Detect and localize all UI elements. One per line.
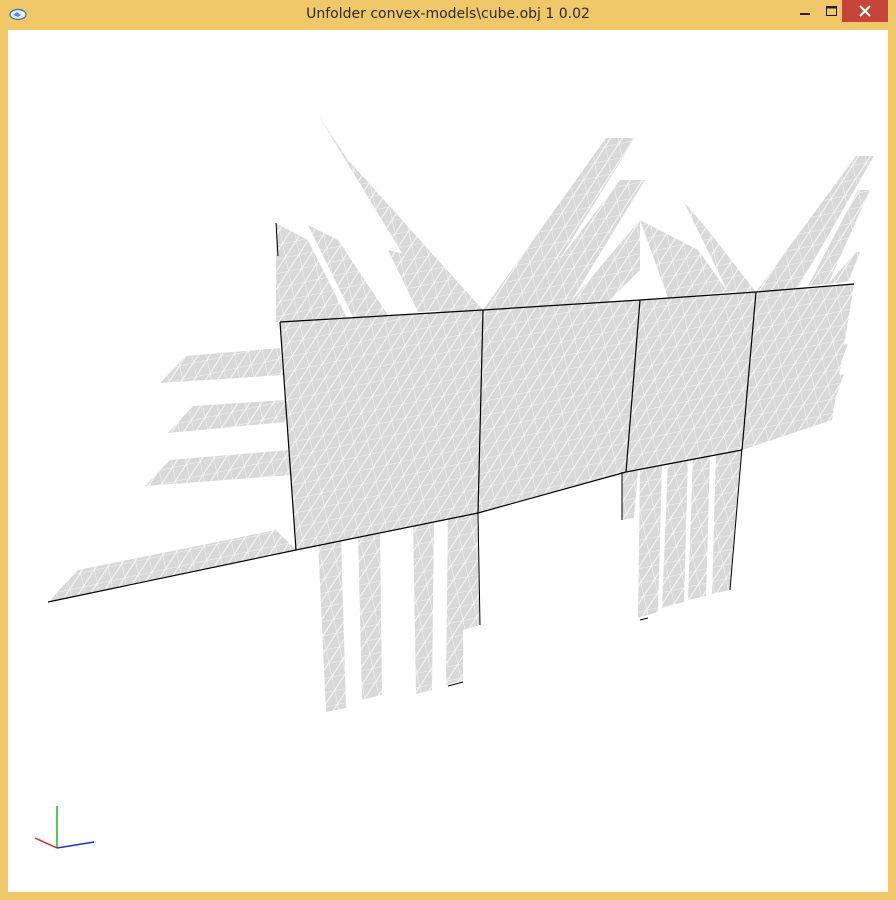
x-axis-line	[56, 841, 95, 849]
bottom-strip-6	[638, 464, 662, 618]
bottom-strip-5	[622, 470, 638, 520]
bottom-strip-4	[446, 511, 480, 685]
3d-viewport[interactable]	[8, 30, 888, 892]
window-title: Unfolder convex-models\cube.obj 1 0.02	[306, 6, 590, 22]
close-icon	[859, 5, 871, 17]
bottom-strip-1	[318, 536, 346, 712]
bottom-strip-9	[712, 448, 742, 594]
cube-face-2	[478, 300, 640, 513]
title-bar[interactable]: Unfolder convex-models\cube.obj 1 0.02	[0, 0, 896, 30]
cube-face-3	[626, 292, 756, 472]
z-axis-line	[34, 837, 58, 849]
minimize-button[interactable]	[792, 0, 818, 22]
mesh-gray-faces	[48, 115, 874, 712]
application-window: Unfolder convex-models\cube.obj 1 0.02	[0, 0, 896, 900]
bottom-strip-7	[662, 458, 688, 608]
left-strip	[48, 530, 296, 602]
left-strip-1	[160, 348, 283, 383]
bottom-strip-8	[688, 454, 710, 600]
top-strip-11	[756, 156, 874, 292]
close-button[interactable]	[842, 0, 888, 22]
maximize-button[interactable]	[818, 0, 844, 22]
unfolded-mesh-canvas[interactable]	[8, 30, 888, 892]
axis-gizmo	[34, 806, 95, 849]
left-strip-3	[145, 450, 291, 486]
bottom-strip-3	[413, 518, 434, 694]
minimize-icon	[800, 13, 810, 15]
bottom-strip-2	[358, 528, 382, 700]
left-strip-2	[168, 400, 286, 433]
maximize-icon	[825, 5, 837, 16]
cube-face-1	[280, 310, 483, 550]
